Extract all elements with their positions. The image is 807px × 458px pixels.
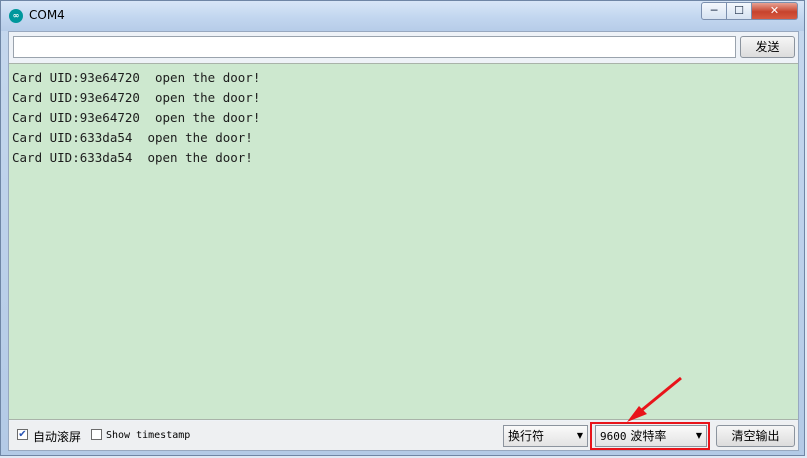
output-line: Card UID:93e64720 open the door! [12, 110, 261, 125]
annotation-arrow-icon [627, 376, 682, 422]
send-button[interactable]: 发送 [740, 36, 795, 58]
output-line: Card UID:633da54 open the door! [12, 130, 253, 145]
timestamp-label: Show timestamp [106, 430, 191, 441]
title-bar[interactable]: ∞ COM4 ─ ☐ ✕ [1, 1, 804, 31]
output-line: Card UID:93e64720 open the door! [12, 70, 261, 85]
autoscroll-label: 自动滚屏 [33, 430, 82, 444]
chevron-down-icon: ▼ [576, 431, 583, 440]
serial-monitor-window: ∞ COM4 ─ ☐ ✕ 发送 Card UID:93e64720 open t… [0, 0, 805, 456]
line-ending-select[interactable]: 换行符 ▼ [503, 425, 588, 447]
line-ending-value: 换行符 [508, 429, 545, 443]
serial-output[interactable]: Card UID:93e64720 open the door! Card UI… [9, 63, 798, 420]
output-line: Card UID:93e64720 open the door! [12, 90, 261, 105]
output-line: Card UID:633da54 open the door! [12, 150, 253, 165]
arduino-icon: ∞ [9, 9, 23, 23]
clear-output-button[interactable]: 清空输出 [716, 425, 795, 447]
window-title: COM4 [29, 8, 65, 22]
maximize-button[interactable]: ☐ [727, 2, 752, 20]
send-input[interactable] [13, 36, 736, 58]
minimize-button[interactable]: ─ [701, 2, 727, 20]
close-button[interactable]: ✕ [752, 2, 798, 20]
timestamp-checkbox[interactable] [91, 429, 102, 440]
autoscroll-checkbox[interactable]: ✔ [17, 429, 28, 440]
